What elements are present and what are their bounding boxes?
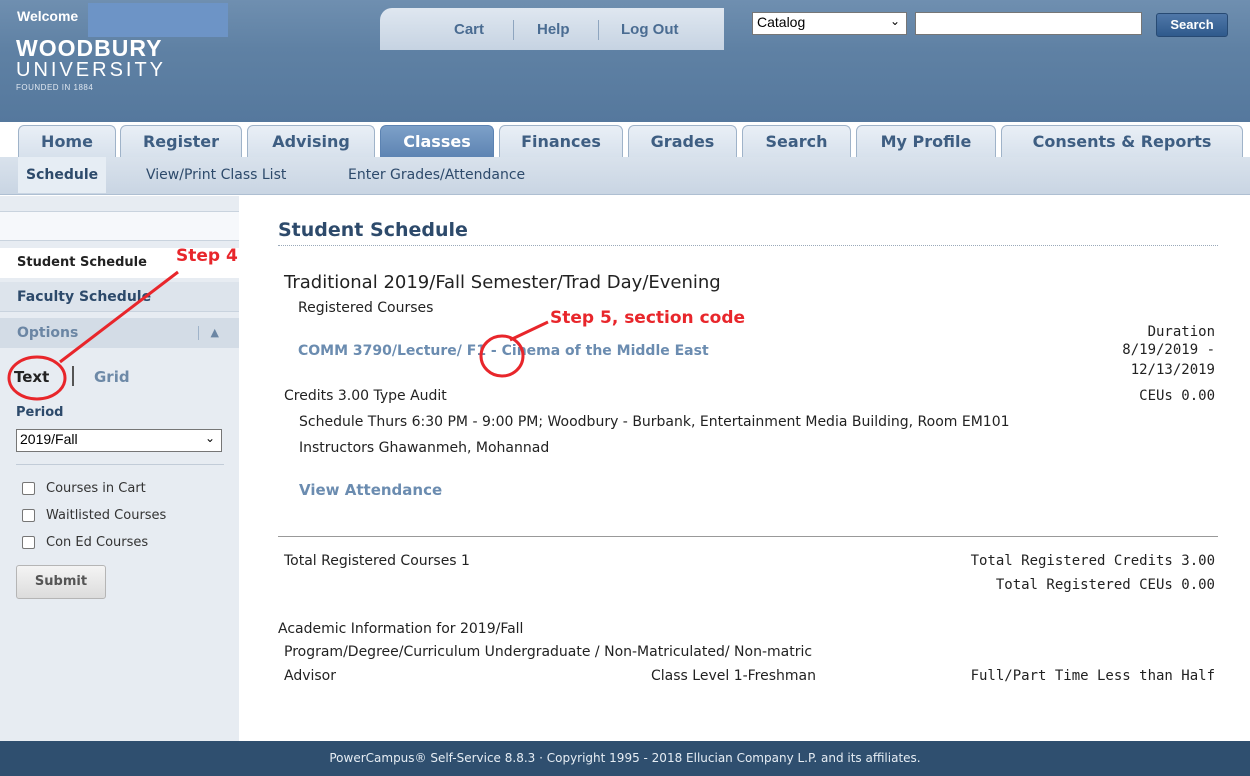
class-level: Class Level 1-Freshman <box>651 668 816 684</box>
academic-info-heading: Academic Information for 2019/Fall <box>278 621 524 637</box>
ceus-value: CEUs 0.00 <box>1139 388 1215 404</box>
header-banner: Welcome WOODBURY UNIVERSITY FOUNDED IN 1… <box>0 0 1250 122</box>
step4-annotation: Step 4 <box>176 246 238 266</box>
subnav-enter-grades[interactable]: Enter Grades/Attendance <box>348 157 525 193</box>
tab-search[interactable]: Search <box>742 125 851 157</box>
footer: PowerCampus® Self-Service 8.8.3 · Copyri… <box>0 741 1250 776</box>
options-header[interactable]: Options ▲ <box>0 318 239 348</box>
total-registered-courses: Total Registered Courses 1 <box>284 553 470 569</box>
tab-classes[interactable]: Classes <box>380 125 494 158</box>
tab-finances[interactable]: Finances <box>499 125 623 157</box>
welcome-text: Welcome <box>17 8 79 24</box>
checkbox-label: Waitlisted Courses <box>46 508 167 523</box>
checkbox[interactable] <box>22 509 35 522</box>
tab-advising[interactable]: Advising <box>247 125 375 157</box>
search-scope-value: Catalog <box>757 14 806 30</box>
divider <box>198 326 199 340</box>
duration-label: Duration <box>1147 324 1215 340</box>
schedule-details: Schedule Thurs 6:30 PM - 9:00 PM; Woodbu… <box>299 414 1010 430</box>
period-select[interactable]: 2019/Fall ⌄ <box>16 429 222 452</box>
divider <box>278 536 1218 537</box>
search-input[interactable] <box>915 12 1142 35</box>
redacted-name <box>88 3 228 37</box>
submit-button[interactable]: Submit <box>16 565 106 599</box>
chevron-down-icon: ⌄ <box>204 431 215 445</box>
duration-start: 8/19/2019 - <box>1122 342 1215 358</box>
total-registered-ceus: Total Registered CEUs 0.00 <box>995 577 1215 593</box>
logo-subtitle: UNIVERSITY <box>16 59 167 81</box>
divider <box>278 245 1218 246</box>
advisor-label: Advisor <box>284 668 337 684</box>
sidebar: Student Schedule Faculty Schedule Option… <box>0 196 239 741</box>
view-attendance-link[interactable]: View Attendance <box>299 481 442 499</box>
checkbox-label: Courses in Cart <box>46 481 146 496</box>
sidebar-item-faculty-schedule[interactable]: Faculty Schedule <box>0 282 239 312</box>
tab-register[interactable]: Register <box>120 125 242 157</box>
checkbox[interactable] <box>22 536 35 549</box>
instructors: Instructors Ghawanmeh, Mohannad <box>299 440 550 456</box>
sub-navigation: Schedule View/Print Class List Enter Gra… <box>0 157 1250 195</box>
view-text-toggle[interactable]: Text <box>14 368 49 386</box>
view-grid-toggle[interactable]: Grid <box>94 368 130 386</box>
sidebar-header <box>0 211 239 241</box>
credits-type: Credits 3.00 Type Audit <box>284 388 447 404</box>
program-degree: Program/Degree/Curriculum Undergraduate … <box>284 644 813 660</box>
tab-my-profile[interactable]: My Profile <box>856 125 996 157</box>
step5-arrow <box>509 320 549 342</box>
page-title: Student Schedule <box>278 219 468 241</box>
divider <box>598 20 599 40</box>
logout-link[interactable]: Log Out <box>621 21 678 38</box>
divider <box>72 366 74 386</box>
period-value: 2019/Fall <box>20 431 78 447</box>
tab-home[interactable]: Home <box>18 125 116 157</box>
duration-end: 12/13/2019 <box>1130 362 1215 378</box>
university-logo[interactable]: WOODBURY UNIVERSITY FOUNDED IN 1884 <box>16 36 166 92</box>
checkbox[interactable] <box>22 482 35 495</box>
checkbox-label: Con Ed Courses <box>46 535 149 550</box>
top-links-bar: Cart Help Log Out <box>380 8 724 50</box>
subnav-view-print-class-list[interactable]: View/Print Class List <box>146 157 286 193</box>
cart-link[interactable]: Cart <box>454 21 484 38</box>
divider <box>16 464 224 465</box>
total-registered-credits: Total Registered Credits 3.00 <box>970 553 1215 569</box>
full-part-time: Full/Part Time Less than Half <box>970 668 1215 684</box>
registered-courses-label: Registered Courses <box>298 300 434 316</box>
tab-grades[interactable]: Grades <box>628 125 737 157</box>
logo-founded: FOUNDED IN 1884 <box>16 83 94 92</box>
period-label: Period <box>16 405 64 420</box>
collapse-caret-icon[interactable]: ▲ <box>211 318 219 348</box>
tab-consents-reports[interactable]: Consents & Reports <box>1001 125 1243 157</box>
search-scope-select[interactable]: Catalog ⌄ <box>752 12 907 35</box>
term-title: Traditional 2019/Fall Semester/Trad Day/… <box>284 272 721 293</box>
search-button[interactable]: Search <box>1156 13 1228 37</box>
course-link[interactable]: COMM 3790/Lecture/ F1 - Cinema of the Mi… <box>298 343 709 359</box>
divider <box>513 20 514 40</box>
logo-name: WOODBURY <box>16 35 163 61</box>
subnav-schedule[interactable]: Schedule <box>18 157 107 193</box>
chevron-down-icon: ⌄ <box>889 14 900 28</box>
options-label: Options <box>17 325 79 341</box>
step5-annotation: Step 5, section code <box>550 308 746 328</box>
help-link[interactable]: Help <box>537 21 570 38</box>
